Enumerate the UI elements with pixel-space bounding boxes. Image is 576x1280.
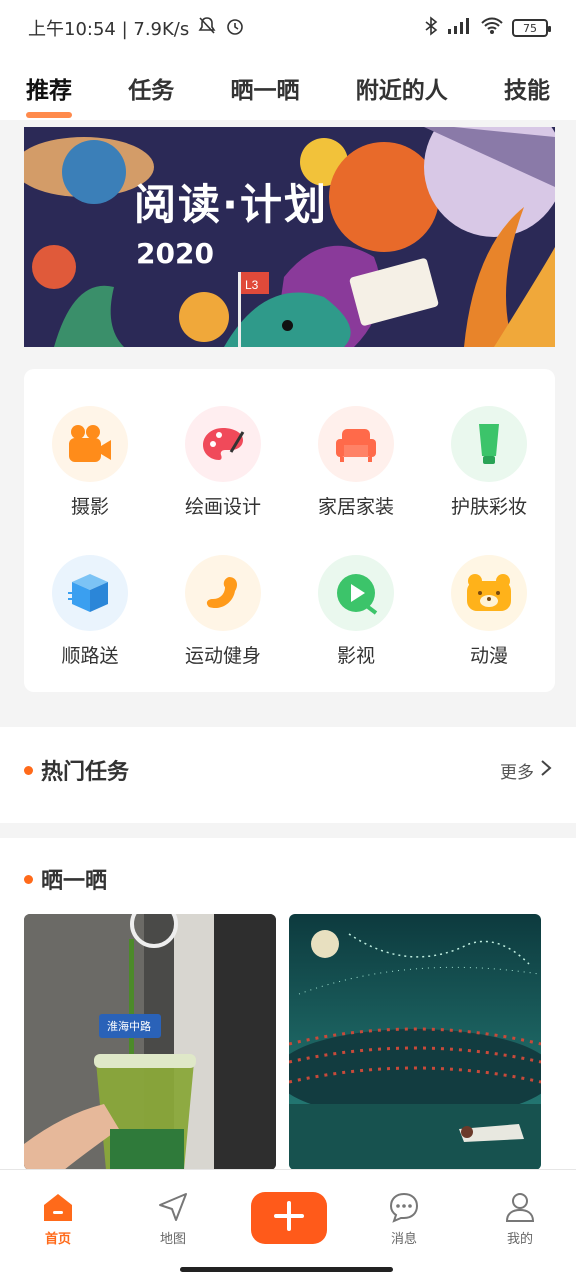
bluetooth-icon: [424, 15, 438, 41]
box-icon: [52, 555, 128, 631]
banner-year: 2020: [136, 237, 214, 270]
bear-icon: [451, 555, 527, 631]
chat-bubble-icon: [364, 1190, 444, 1224]
nav-messages[interactable]: 消息: [364, 1190, 444, 1247]
status-time: 上午10:54 | 7.9K/s: [28, 19, 190, 40]
tab-skills[interactable]: 技能: [504, 56, 550, 120]
wifi-icon: [480, 16, 504, 41]
street-sign-text: 淮海中路: [107, 1019, 151, 1033]
nav-label: 消息: [390, 1232, 417, 1247]
publish-button[interactable]: [251, 1192, 327, 1244]
carousel-indicator-dot: [282, 320, 293, 331]
category-label: 影视: [336, 645, 375, 667]
nav-label: 地图: [159, 1232, 186, 1247]
status-bar: 上午10:54 | 7.9K/s 75: [0, 0, 576, 56]
category-anime[interactable]: 动漫: [423, 555, 555, 668]
show-photo-night-sky[interactable]: [289, 914, 541, 1170]
sofa-icon: [318, 406, 394, 482]
nav-label: 首页: [44, 1232, 71, 1247]
palette-icon: [185, 406, 261, 482]
chevron-right-icon: [540, 759, 552, 782]
bullet-dot: [24, 765, 33, 775]
lotion-icon: [451, 406, 527, 482]
nav-home[interactable]: 首页: [18, 1190, 98, 1247]
more-label: 更多: [500, 762, 534, 783]
plus-icon: [271, 1198, 307, 1238]
tab-show[interactable]: 晒一晒: [231, 56, 300, 120]
camera-icon: [52, 406, 128, 482]
alarm-icon: [225, 16, 245, 41]
section-title: 热门任务: [24, 754, 129, 786]
signal-icon: [446, 16, 472, 41]
show-title: 晒一晒: [41, 869, 108, 894]
tab-tasks[interactable]: 任务: [128, 56, 174, 120]
tab-recommend[interactable]: 推荐: [26, 56, 72, 120]
nav-mine[interactable]: 我的: [480, 1190, 560, 1247]
show-photo-drink[interactable]: 淮海中路: [24, 914, 276, 1170]
play-icon: [318, 555, 394, 631]
category-label: 绘画设计: [184, 496, 261, 518]
photo-drink-image: 淮海中路: [24, 914, 276, 1170]
category-label: 顺路送: [61, 645, 119, 667]
battery-icon: 75: [512, 19, 551, 37]
muscle-icon: [185, 555, 261, 631]
category-label: 摄影: [70, 496, 109, 518]
category-skincare-makeup[interactable]: 护肤彩妆: [423, 406, 555, 519]
hot-tasks-section: 热门任务 更多: [0, 727, 576, 823]
category-delivery[interactable]: 顺路送: [24, 555, 156, 668]
photo-night-sky-image: [289, 914, 541, 1170]
mute-bell-icon: [197, 16, 217, 41]
category-grid: 摄影 绘画设计 家居家装 护肤彩妆 顺路送 运动健身 影视 动漫: [24, 369, 555, 692]
banner-carousel[interactable]: L3 阅读·计划 2020: [24, 127, 555, 347]
section-title: 晒一晒: [24, 863, 107, 895]
category-fitness[interactable]: 运动健身: [157, 555, 289, 668]
nav-label: 我的: [506, 1232, 533, 1247]
tab-nearby[interactable]: 附近的人: [356, 56, 448, 120]
category-painting-design[interactable]: 绘画设计: [157, 406, 289, 519]
category-film-tv[interactable]: 影视: [290, 555, 422, 668]
bottom-nav-bar: 首页 地图 消息 我的: [0, 1169, 576, 1280]
banner-illustration: L3: [24, 127, 555, 347]
category-label: 动漫: [469, 645, 508, 667]
bullet-dot: [24, 874, 33, 884]
banner-title: 阅读·计划: [134, 180, 328, 229]
map-navigation-icon: [133, 1190, 213, 1224]
category-photography[interactable]: 摄影: [24, 406, 156, 519]
category-home-decor[interactable]: 家居家装: [290, 406, 422, 519]
category-label: 家居家装: [317, 496, 394, 518]
banner-flag-label: L3: [245, 278, 259, 292]
category-label: 护肤彩妆: [450, 496, 527, 518]
top-tab-bar: 推荐 任务 晒一晒 附近的人 技能: [0, 56, 576, 120]
hot-tasks-title: 热门任务: [41, 760, 130, 785]
more-link[interactable]: 更多: [500, 758, 552, 783]
user-icon: [480, 1190, 560, 1224]
home-indicator: [180, 1267, 393, 1272]
home-icon: [18, 1190, 98, 1224]
nav-map[interactable]: 地图: [133, 1190, 213, 1247]
category-label: 运动健身: [184, 645, 261, 667]
